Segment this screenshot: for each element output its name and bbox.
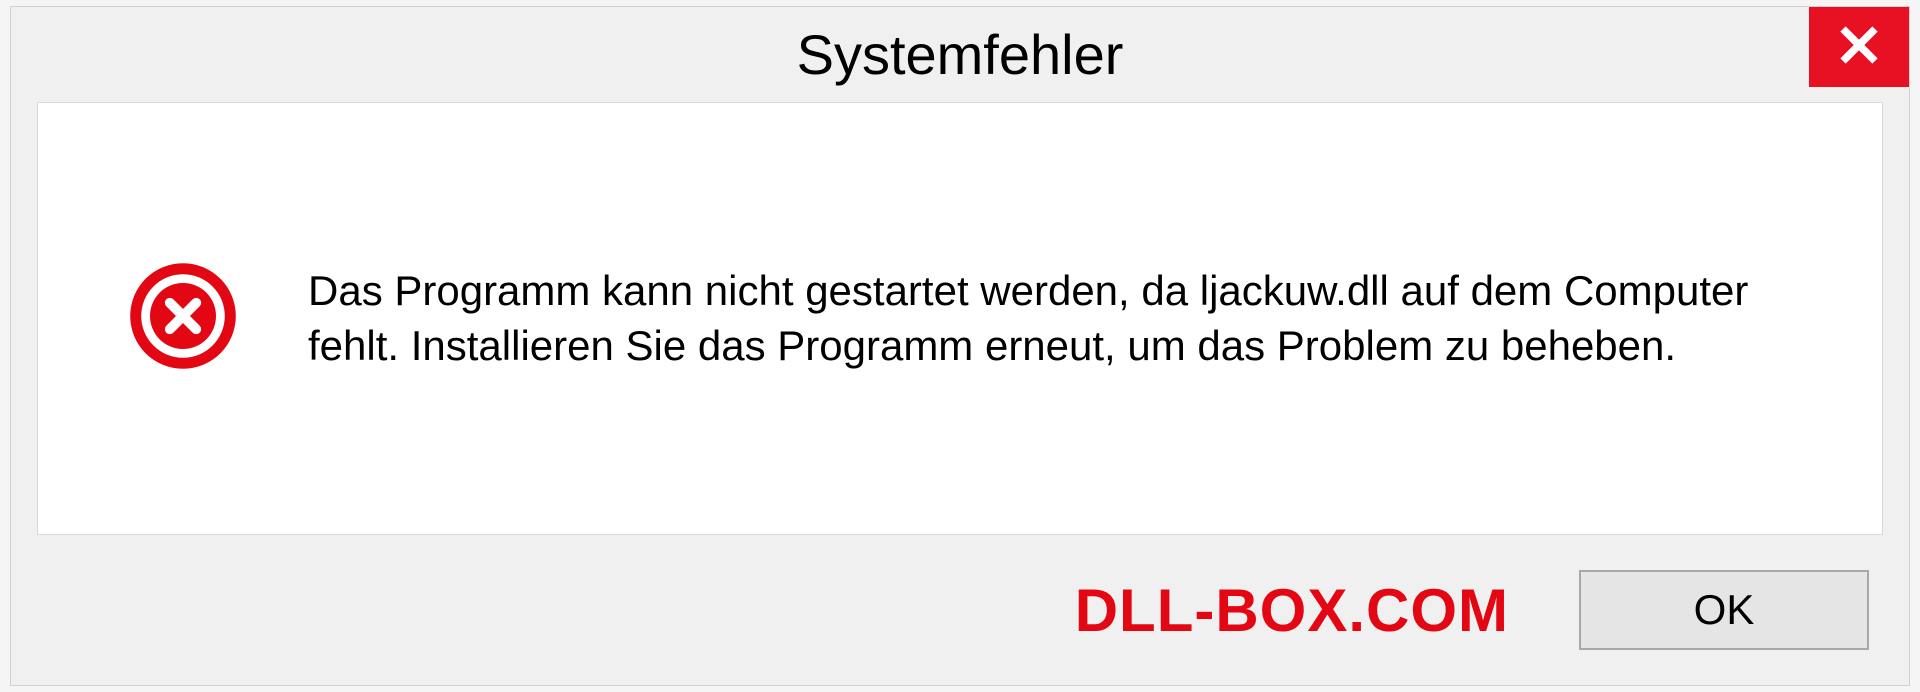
ok-button[interactable]: OK [1579,570,1869,650]
dialog-footer: DLL-BOX.COM OK [11,535,1909,685]
titlebar: Systemfehler [11,7,1909,102]
dialog-title: Systemfehler [797,22,1124,87]
close-icon [1839,25,1879,70]
error-icon [128,261,238,376]
watermark-text: DLL-BOX.COM [1075,576,1509,645]
close-button[interactable] [1809,7,1909,87]
error-message: Das Programm kann nicht gestartet werden… [308,264,1822,373]
error-dialog: Systemfehler Das Programm kann nicht ges… [10,6,1910,686]
content-panel: Das Programm kann nicht gestartet werden… [37,102,1883,535]
